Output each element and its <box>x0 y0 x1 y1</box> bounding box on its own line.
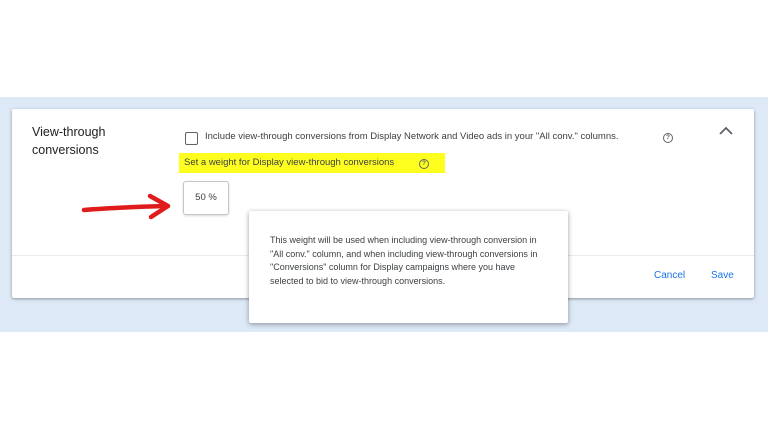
weight-help-tooltip: This weight will be used when including … <box>249 211 568 323</box>
weight-percent-input[interactable]: 50 % <box>183 181 229 215</box>
cancel-button[interactable]: Cancel <box>654 269 685 283</box>
screenshot-stage: View-through conversions Include view-th… <box>0 0 768 432</box>
chevron-up-icon[interactable] <box>716 123 736 139</box>
help-icon[interactable]: ? <box>419 159 429 169</box>
tooltip-text: This weight will be used when including … <box>270 235 538 286</box>
include-view-through-checkbox[interactable] <box>185 132 198 145</box>
weight-label: Set a weight for Display view-through co… <box>184 157 395 168</box>
red-arrow-annotation <box>81 193 171 220</box>
help-icon[interactable]: ? <box>663 133 673 143</box>
include-view-through-label[interactable]: Include view-through conversions from Di… <box>205 130 619 144</box>
save-button[interactable]: Save <box>711 269 734 283</box>
section-title: View-through conversions <box>32 125 106 157</box>
